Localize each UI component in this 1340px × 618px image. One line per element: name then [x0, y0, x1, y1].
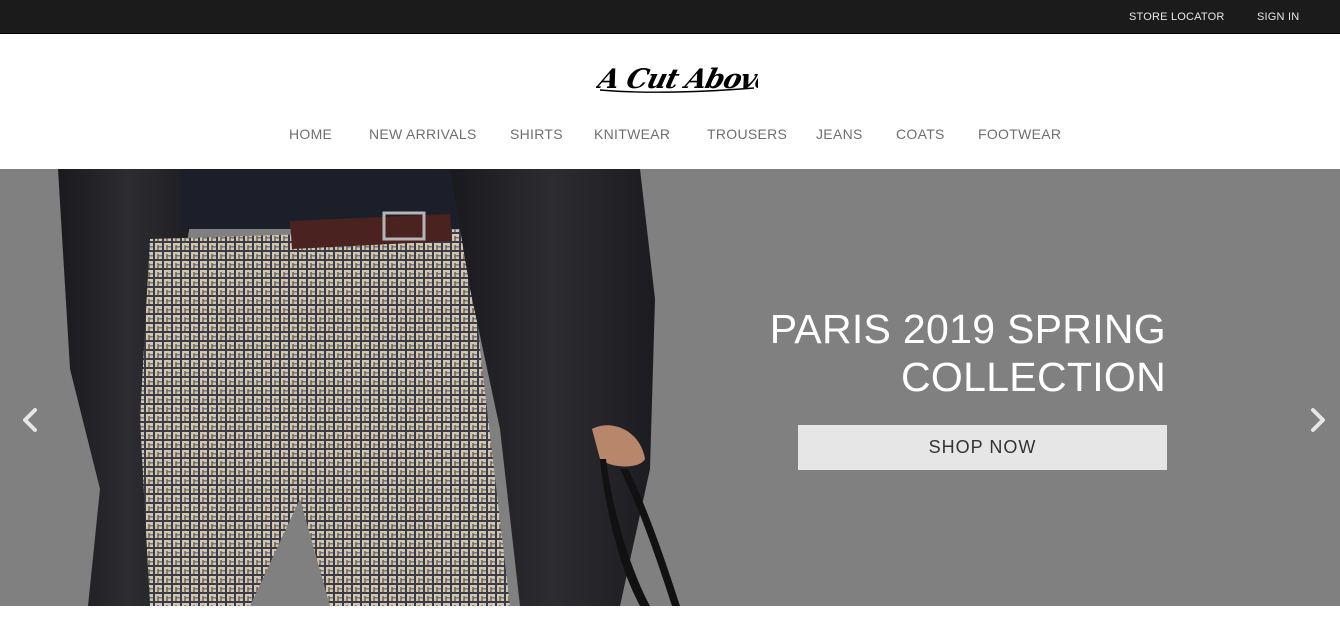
nav-item-trousers[interactable]: TROUSERS	[707, 126, 787, 142]
chevron-left-icon	[23, 408, 37, 432]
hero-carousel: PARIS 2019 SPRING COLLECTION SHOP NOW	[0, 169, 1340, 606]
nav-item-shirts[interactable]: SHIRTS	[510, 126, 563, 142]
brand-logo[interactable]: A Cut Above	[592, 58, 776, 98]
store-locator-link[interactable]: STORE LOCATOR	[1129, 11, 1225, 23]
hero-title: PARIS 2019 SPRING COLLECTION	[646, 305, 1166, 401]
page-below-hero	[0, 606, 1340, 618]
carousel-prev-button[interactable]	[20, 407, 42, 433]
nav-item-home[interactable]: HOME	[289, 126, 332, 142]
hero-title-line-1: PARIS 2019 SPRING	[769, 306, 1166, 352]
chevron-right-icon	[1311, 408, 1325, 432]
sign-in-link[interactable]: SIGN IN	[1257, 11, 1299, 23]
hero-title-line-2: COLLECTION	[901, 354, 1166, 400]
nav-item-knitwear[interactable]: KNITWEAR	[594, 126, 670, 142]
site-header: A Cut Above HOME NEW ARRIVALS SHIRTS KNI…	[0, 34, 1340, 169]
main-navigation: HOME NEW ARRIVALS SHIRTS KNITWEAR TROUSE…	[0, 126, 1340, 146]
nav-item-jeans[interactable]: JEANS	[816, 126, 863, 142]
logo-wordmark: A Cut Above	[592, 63, 776, 95]
shop-now-button[interactable]: SHOP NOW	[798, 425, 1167, 470]
nav-item-coats[interactable]: COATS	[896, 126, 945, 142]
carousel-next-button[interactable]	[1306, 407, 1328, 433]
top-utility-bar: STORE LOCATOR SIGN IN	[0, 0, 1340, 34]
nav-item-new-arrivals[interactable]: NEW ARRIVALS	[369, 126, 477, 142]
nav-item-footwear[interactable]: FOOTWEAR	[978, 126, 1061, 142]
hero-model-image	[58, 169, 680, 606]
